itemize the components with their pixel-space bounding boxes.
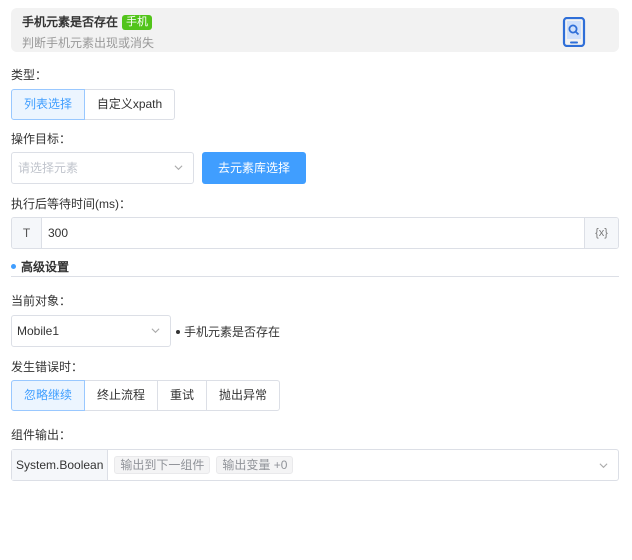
component-description: 判断手机元素出现或消失	[22, 36, 155, 50]
bullet-icon	[176, 330, 180, 334]
on-error-retry[interactable]: 重试	[157, 380, 207, 411]
on-error-ignore-continue[interactable]: 忽略继续	[11, 380, 85, 411]
current-object-value: Mobile1	[17, 324, 60, 338]
chevron-down-icon	[174, 165, 183, 171]
advanced-settings-heading: 高级设置	[11, 258, 69, 275]
element-select-placeholder: 请选择元素	[18, 161, 79, 175]
on-error-button-group: 忽略继续 终止流程 重试 抛出异常	[11, 380, 280, 411]
current-object-note-text: 手机元素是否存在	[184, 325, 281, 339]
mobile-search-icon	[562, 17, 586, 47]
target-label: 操作目标：	[11, 132, 72, 146]
type-option-list-select[interactable]: 列表选择	[11, 89, 85, 120]
element-library-button[interactable]: 去元素库选择	[202, 152, 306, 184]
component-title-text: 手机元素是否存在	[22, 15, 119, 29]
output-type: System.Boolean	[12, 450, 109, 480]
output-select[interactable]: System.Boolean 输出到下一组件 输出变量 +0	[11, 449, 619, 481]
current-object-label: 当前对象：	[11, 294, 72, 308]
output-chip-variable: 输出变量 +0	[216, 456, 294, 474]
component-header: 手机元素是否存在 手机 判断手机元素出现或消失	[11, 8, 619, 52]
element-select[interactable]: 请选择元素	[11, 152, 194, 184]
current-object-note: 手机元素是否存在	[176, 323, 280, 340]
variable-insert-button[interactable]: {x}	[584, 218, 618, 248]
section-dot-icon	[11, 264, 16, 269]
component-title: 手机元素是否存在 手机	[22, 13, 153, 30]
text-type-prefix: T	[12, 218, 42, 248]
wait-time-input-group: T 300 {x}	[11, 217, 619, 249]
chevron-down-icon	[599, 463, 608, 469]
type-label: 类型：	[11, 68, 48, 82]
wait-time-input[interactable]: 300	[42, 218, 584, 248]
platform-badge: 手机	[122, 15, 153, 30]
type-option-custom-xpath[interactable]: 自定义xpath	[84, 89, 175, 120]
output-chip-next-component: 输出到下一组件	[114, 456, 211, 474]
wait-time-label: 执行后等待时间(ms)：	[11, 197, 131, 211]
section-divider	[11, 276, 619, 277]
chevron-down-icon	[151, 328, 160, 334]
current-object-select[interactable]: Mobile1	[11, 315, 171, 347]
on-error-throw[interactable]: 抛出异常	[206, 380, 280, 411]
on-error-terminate[interactable]: 终止流程	[84, 380, 158, 411]
advanced-settings-title: 高级设置	[21, 260, 70, 274]
type-button-group: 列表选择 自定义xpath	[11, 89, 175, 120]
on-error-label: 发生错误时：	[11, 360, 84, 374]
output-label: 组件输出：	[11, 428, 72, 442]
